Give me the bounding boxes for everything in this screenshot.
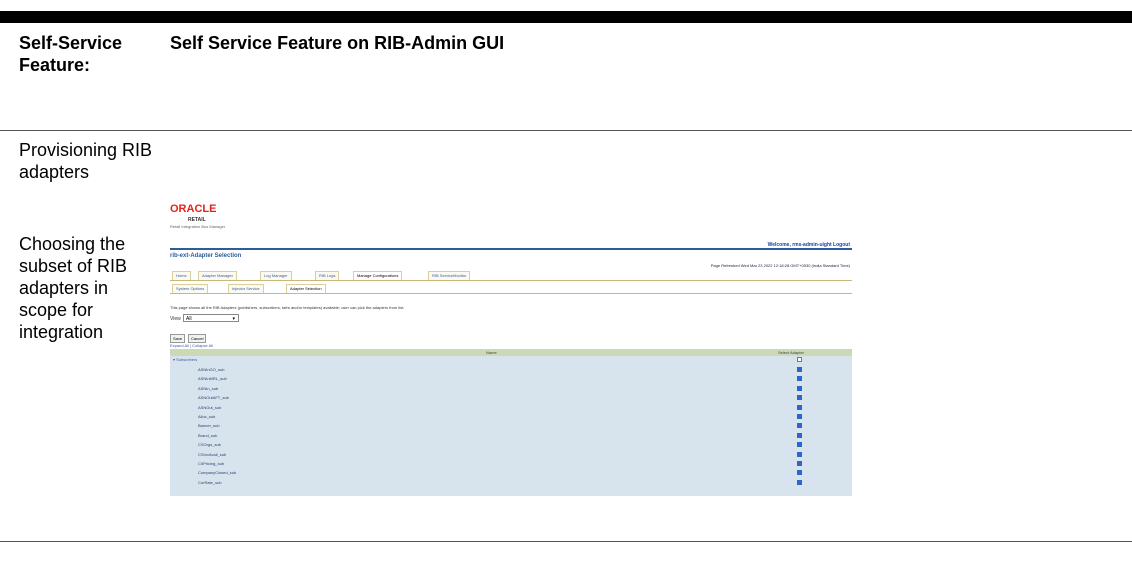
adapter-checkbox[interactable] bbox=[797, 442, 802, 448]
svg-text:ORACLE: ORACLE bbox=[170, 203, 216, 214]
adapter-name: Alloc_sub bbox=[198, 414, 216, 419]
table-row: Banner_sub bbox=[170, 421, 852, 430]
refresh-timestamp: Page Refreshed Wed Mar 23 2022 12:18:28 … bbox=[710, 263, 850, 268]
expand-collapse-links[interactable]: Expand All | Collapse All bbox=[170, 343, 213, 348]
column-header-name: Name bbox=[486, 350, 497, 355]
adapter-checkbox[interactable] bbox=[797, 395, 802, 401]
adapter-checkbox[interactable] bbox=[797, 414, 802, 419]
logo-subtitle: RETAIL bbox=[188, 217, 206, 223]
adapter-checkbox[interactable] bbox=[797, 432, 802, 438]
table-row: CompanyClosed_sub bbox=[170, 468, 852, 477]
chevron-down-icon: ▾ bbox=[232, 316, 235, 322]
table-row: ASNInGO_sub bbox=[170, 365, 852, 374]
table-row: ASNInMRL_sub bbox=[170, 374, 852, 383]
table-row: CIIPricing_sub bbox=[170, 459, 852, 468]
table-row: Brand_sub bbox=[170, 431, 852, 440]
tab-rib-service-monitor[interactable]: RIB ServiceMonitor bbox=[428, 271, 471, 280]
table-row: ASNIn_sub bbox=[170, 384, 852, 393]
view-label: View bbox=[170, 316, 181, 322]
adapter-checkbox[interactable] bbox=[797, 451, 802, 457]
table-row: CSInvAvail_sub bbox=[170, 450, 852, 459]
adapter-name: CIIPricing_sub bbox=[198, 461, 225, 466]
adapter-name: Brand_sub bbox=[198, 432, 218, 438]
adapter-name: ASNInMRL_sub bbox=[198, 376, 227, 382]
table-row: Alloc_sub bbox=[170, 412, 852, 421]
top-rule bbox=[0, 11, 1132, 23]
group-subscribers[interactable]: ▾ Subscribers bbox=[173, 357, 197, 362]
table-row: ASNOutAFT_sub bbox=[170, 393, 852, 402]
group-label: Subscribers bbox=[176, 357, 198, 362]
save-button[interactable]: Save bbox=[170, 334, 186, 343]
header-divider bbox=[0, 130, 1132, 131]
adapter-name: CompanyClosed_sub bbox=[198, 470, 237, 476]
view-select[interactable]: All ▾ bbox=[183, 314, 239, 322]
feature-choosing-subset: Choosing the subset of RIB adapters in s… bbox=[19, 234, 128, 342]
cancel-button[interactable]: Cancel bbox=[188, 334, 207, 343]
adapter-checkbox[interactable] bbox=[797, 367, 802, 372]
tab-adapter-selection[interactable]: Adapter Selection bbox=[286, 284, 326, 293]
adapter-name: ASNInGO_sub bbox=[198, 367, 225, 372]
adapter-name: ASNOutAFT_sub bbox=[198, 395, 229, 401]
page-title: rib-ext-Adapter Selection bbox=[170, 253, 242, 259]
page-description: This page shows all the RIB Adapters (pu… bbox=[170, 305, 405, 310]
adapter-table: Name Select Adapter ▾ Subscribers ASNInG… bbox=[170, 349, 852, 496]
view-value: All bbox=[186, 316, 192, 322]
primary-tabs: Home Adapter Manager Log Manager RIB Log… bbox=[170, 271, 852, 281]
table-row: ASNOut_sub bbox=[170, 403, 852, 412]
column-header-select: Select Adapter bbox=[778, 350, 805, 355]
adapter-name: CSOrgs_sub bbox=[198, 442, 221, 448]
app-name: Retail Integration Bus Manager bbox=[170, 224, 226, 229]
secondary-tabs: System Options Injector Service Adapter … bbox=[170, 284, 852, 294]
adapter-name: ASNOut_sub bbox=[198, 404, 222, 410]
header-label: Self-Service Feature: bbox=[19, 33, 123, 75]
bottom-rule bbox=[0, 541, 1132, 542]
tab-system-options[interactable]: System Options bbox=[172, 284, 209, 293]
tab-log-manager[interactable]: Log Manager bbox=[260, 271, 292, 280]
header-title: Self Service Feature on RIB-Admin GUI bbox=[170, 33, 505, 53]
feature-provisioning: Provisioning RIB adapters bbox=[19, 140, 153, 182]
table-row: CurRate_sub bbox=[170, 478, 852, 487]
brand-line bbox=[170, 248, 852, 250]
adapter-name: CSInvAvail_sub bbox=[198, 451, 227, 457]
tab-injector-service[interactable]: Injector Service bbox=[228, 284, 264, 293]
oracle-logo: ORACLE bbox=[170, 203, 216, 214]
table-row: CSOrgs_sub bbox=[170, 440, 852, 449]
adapter-name: CurRate_sub bbox=[198, 479, 222, 485]
adapter-checkbox[interactable] bbox=[797, 376, 802, 382]
tab-adapter-manager[interactable]: Adapter Manager bbox=[198, 271, 237, 280]
adapter-checkbox[interactable] bbox=[797, 461, 802, 466]
adapter-name: Banner_sub bbox=[198, 423, 220, 429]
adapter-name: ASNIn_sub bbox=[198, 385, 219, 391]
table-header: Name Select Adapter bbox=[170, 349, 852, 356]
tab-rib-logs[interactable]: RIB Logs bbox=[315, 271, 340, 280]
tab-manage-configurations[interactable]: Manage Configurations bbox=[353, 271, 403, 280]
tab-home[interactable]: Home bbox=[172, 271, 191, 280]
embedded-screenshot: ORACLE RETAIL Retail Integration Bus Man… bbox=[170, 192, 852, 497]
adapter-checkbox[interactable] bbox=[797, 404, 802, 410]
adapter-checkbox[interactable] bbox=[797, 479, 802, 485]
adapter-checkbox[interactable] bbox=[797, 423, 802, 429]
adapter-checkbox[interactable] bbox=[797, 385, 802, 391]
adapter-checkbox[interactable] bbox=[797, 470, 802, 476]
group-checkbox[interactable] bbox=[797, 357, 802, 362]
